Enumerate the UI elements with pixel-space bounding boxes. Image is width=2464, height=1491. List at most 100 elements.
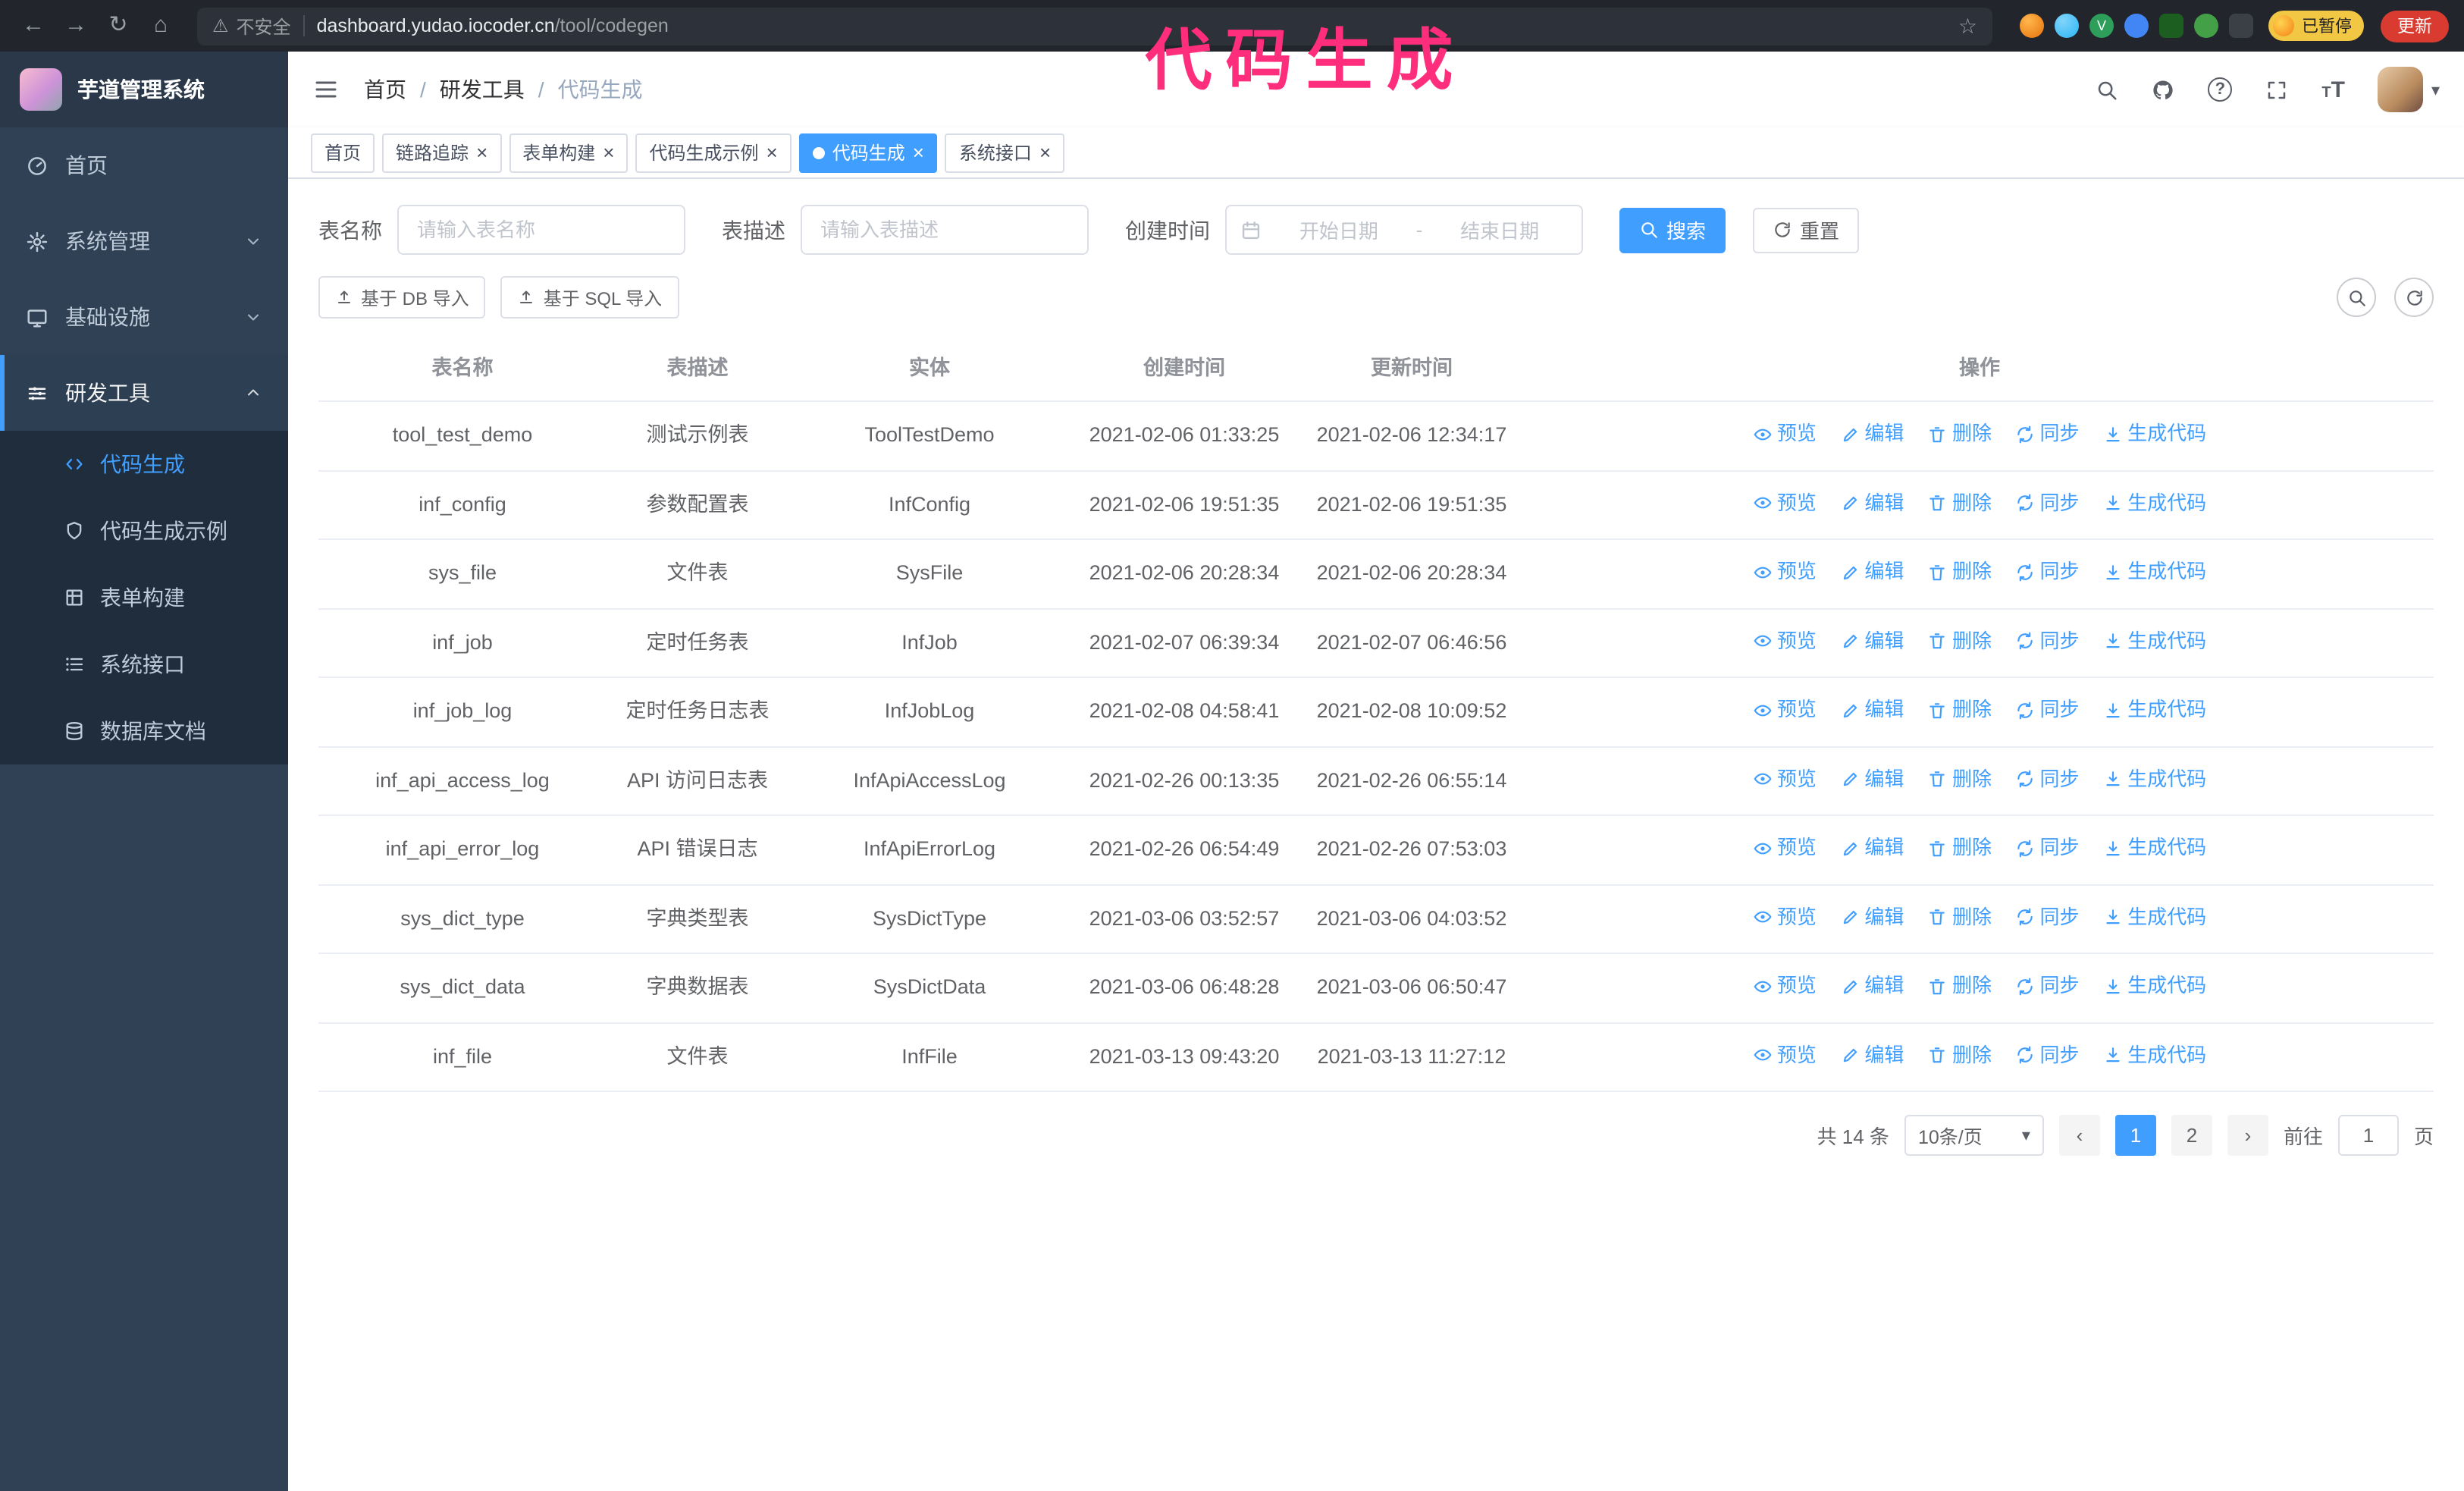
- tab-5[interactable]: 系统接口 ×: [945, 133, 1065, 172]
- action-generate-code[interactable]: 生成代码: [2103, 1038, 2206, 1072]
- sidebar-item-db-docs[interactable]: 数据库文档: [0, 698, 288, 764]
- security-warning[interactable]: ⚠ 不安全: [212, 13, 291, 39]
- action-preview[interactable]: 预览: [1753, 831, 1817, 865]
- action-preview[interactable]: 预览: [1753, 624, 1817, 658]
- chrome-update-button[interactable]: 更新: [2381, 10, 2449, 42]
- avatar[interactable]: [2378, 67, 2424, 112]
- tab-close-icon[interactable]: ×: [766, 143, 778, 162]
- refresh-table-button[interactable]: [2394, 278, 2434, 317]
- action-sync[interactable]: 同步: [2016, 831, 2080, 865]
- search-button[interactable]: 搜索: [1619, 207, 1726, 253]
- action-delete[interactable]: 删除: [1928, 1038, 1992, 1072]
- extension-icon-6[interactable]: [2194, 14, 2218, 38]
- table-name-input[interactable]: [397, 205, 685, 255]
- action-generate-code[interactable]: 生成代码: [2103, 969, 2206, 1003]
- reset-button[interactable]: 重置: [1753, 207, 1860, 253]
- action-generate-code[interactable]: 生成代码: [2103, 900, 2206, 934]
- action-preview[interactable]: 预览: [1753, 900, 1817, 934]
- tab-close-icon[interactable]: ×: [476, 143, 487, 162]
- import-db-button[interactable]: 基于 DB 导入: [318, 276, 486, 319]
- action-delete[interactable]: 删除: [1928, 900, 1992, 934]
- sidebar-item-codegen-example[interactable]: 代码生成示例: [0, 498, 288, 564]
- action-sync[interactable]: 同步: [2016, 555, 2080, 589]
- import-sql-button[interactable]: 基于 SQL 导入: [500, 276, 679, 319]
- action-delete[interactable]: 删除: [1928, 486, 1992, 519]
- tab-close-icon[interactable]: ×: [603, 143, 614, 162]
- action-generate-code[interactable]: 生成代码: [2103, 762, 2206, 796]
- action-edit[interactable]: 编辑: [1840, 555, 1904, 589]
- action-generate-code[interactable]: 生成代码: [2103, 624, 2206, 658]
- github-icon[interactable]: [2152, 78, 2174, 101]
- action-generate-code[interactable]: 生成代码: [2103, 831, 2206, 865]
- action-sync[interactable]: 同步: [2016, 1038, 2080, 1072]
- action-preview[interactable]: 预览: [1753, 969, 1817, 1003]
- extensions-puzzle-icon[interactable]: [2229, 14, 2253, 38]
- breadcrumb-home[interactable]: 首页: [364, 74, 406, 105]
- goto-page-input[interactable]: [2337, 1115, 2399, 1156]
- search-icon[interactable]: [2096, 78, 2118, 101]
- action-delete[interactable]: 删除: [1928, 555, 1992, 589]
- tab-4[interactable]: 代码生成 ×: [798, 133, 938, 172]
- action-edit[interactable]: 编辑: [1840, 1038, 1904, 1072]
- sidebar-item-dev-tools[interactable]: 研发工具: [0, 355, 288, 431]
- extension-icon-5[interactable]: [2159, 14, 2183, 38]
- action-delete[interactable]: 删除: [1928, 624, 1992, 658]
- sidebar-item-system-management[interactable]: 系统管理: [0, 203, 288, 279]
- action-sync[interactable]: 同步: [2016, 624, 2080, 658]
- action-edit[interactable]: 编辑: [1840, 693, 1904, 727]
- tab-2[interactable]: 表单构建 ×: [509, 133, 629, 172]
- action-preview[interactable]: 预览: [1753, 417, 1817, 450]
- font-size-icon[interactable]: TT: [2321, 78, 2345, 101]
- sidebar-item-system-api[interactable]: 系统接口: [0, 631, 288, 698]
- action-generate-code[interactable]: 生成代码: [2103, 417, 2206, 450]
- sidebar-item-infrastructure[interactable]: 基础设施: [0, 279, 288, 355]
- recorder-paused-badge[interactable]: 已暂停: [2268, 11, 2364, 41]
- page-size-select[interactable]: 10条/页 ▾: [1904, 1115, 2044, 1156]
- search-toggle-button[interactable]: [2337, 278, 2376, 317]
- tab-3[interactable]: 代码生成示例 ×: [635, 133, 792, 172]
- fullscreen-icon[interactable]: [2265, 78, 2288, 101]
- breadcrumb-dev-tools[interactable]: 研发工具: [440, 74, 525, 105]
- tab-1[interactable]: 链路追踪 ×: [382, 133, 502, 172]
- back-icon[interactable]: ←: [15, 8, 52, 44]
- extension-icon-1[interactable]: [2020, 14, 2044, 38]
- action-sync[interactable]: 同步: [2016, 900, 2080, 934]
- help-icon[interactable]: ?: [2208, 77, 2233, 102]
- hamburger-icon[interactable]: [312, 76, 340, 103]
- action-sync[interactable]: 同步: [2016, 417, 2080, 450]
- extension-icon-2[interactable]: [2055, 14, 2079, 38]
- tab-close-icon[interactable]: ×: [913, 143, 924, 162]
- action-preview[interactable]: 预览: [1753, 1038, 1817, 1072]
- tab-close-icon[interactable]: ×: [1039, 143, 1051, 162]
- action-edit[interactable]: 编辑: [1840, 417, 1904, 450]
- date-range-picker[interactable]: 开始日期 - 结束日期: [1225, 205, 1583, 255]
- action-generate-code[interactable]: 生成代码: [2103, 555, 2206, 589]
- sidebar-item-codegen[interactable]: 代码生成: [0, 431, 288, 498]
- home-icon[interactable]: ⌂: [143, 8, 179, 44]
- action-generate-code[interactable]: 生成代码: [2103, 693, 2206, 727]
- action-sync[interactable]: 同步: [2016, 762, 2080, 796]
- reload-icon[interactable]: ↻: [100, 8, 136, 44]
- action-edit[interactable]: 编辑: [1840, 762, 1904, 796]
- tab-0[interactable]: 首页: [311, 133, 375, 172]
- page-button-2[interactable]: 2: [2171, 1115, 2212, 1156]
- page-button-1[interactable]: 1: [2114, 1115, 2156, 1156]
- action-sync[interactable]: 同步: [2016, 969, 2080, 1003]
- sidebar-item-form-builder[interactable]: 表单构建: [0, 564, 288, 631]
- extension-icon-3[interactable]: V: [2089, 14, 2114, 38]
- action-preview[interactable]: 预览: [1753, 693, 1817, 727]
- next-page-button[interactable]: ›: [2227, 1115, 2268, 1156]
- bookmark-star-icon[interactable]: ☆: [1958, 13, 1977, 39]
- action-delete[interactable]: 删除: [1928, 417, 1992, 450]
- action-preview[interactable]: 预览: [1753, 762, 1817, 796]
- action-sync[interactable]: 同步: [2016, 693, 2080, 727]
- action-edit[interactable]: 编辑: [1840, 969, 1904, 1003]
- action-preview[interactable]: 预览: [1753, 486, 1817, 519]
- action-delete[interactable]: 删除: [1928, 831, 1992, 865]
- prev-page-button[interactable]: ‹: [2058, 1115, 2100, 1156]
- table-desc-input[interactable]: [801, 205, 1089, 255]
- action-edit[interactable]: 编辑: [1840, 831, 1904, 865]
- action-sync[interactable]: 同步: [2016, 486, 2080, 519]
- extension-icon-4[interactable]: [2124, 14, 2149, 38]
- action-delete[interactable]: 删除: [1928, 762, 1992, 796]
